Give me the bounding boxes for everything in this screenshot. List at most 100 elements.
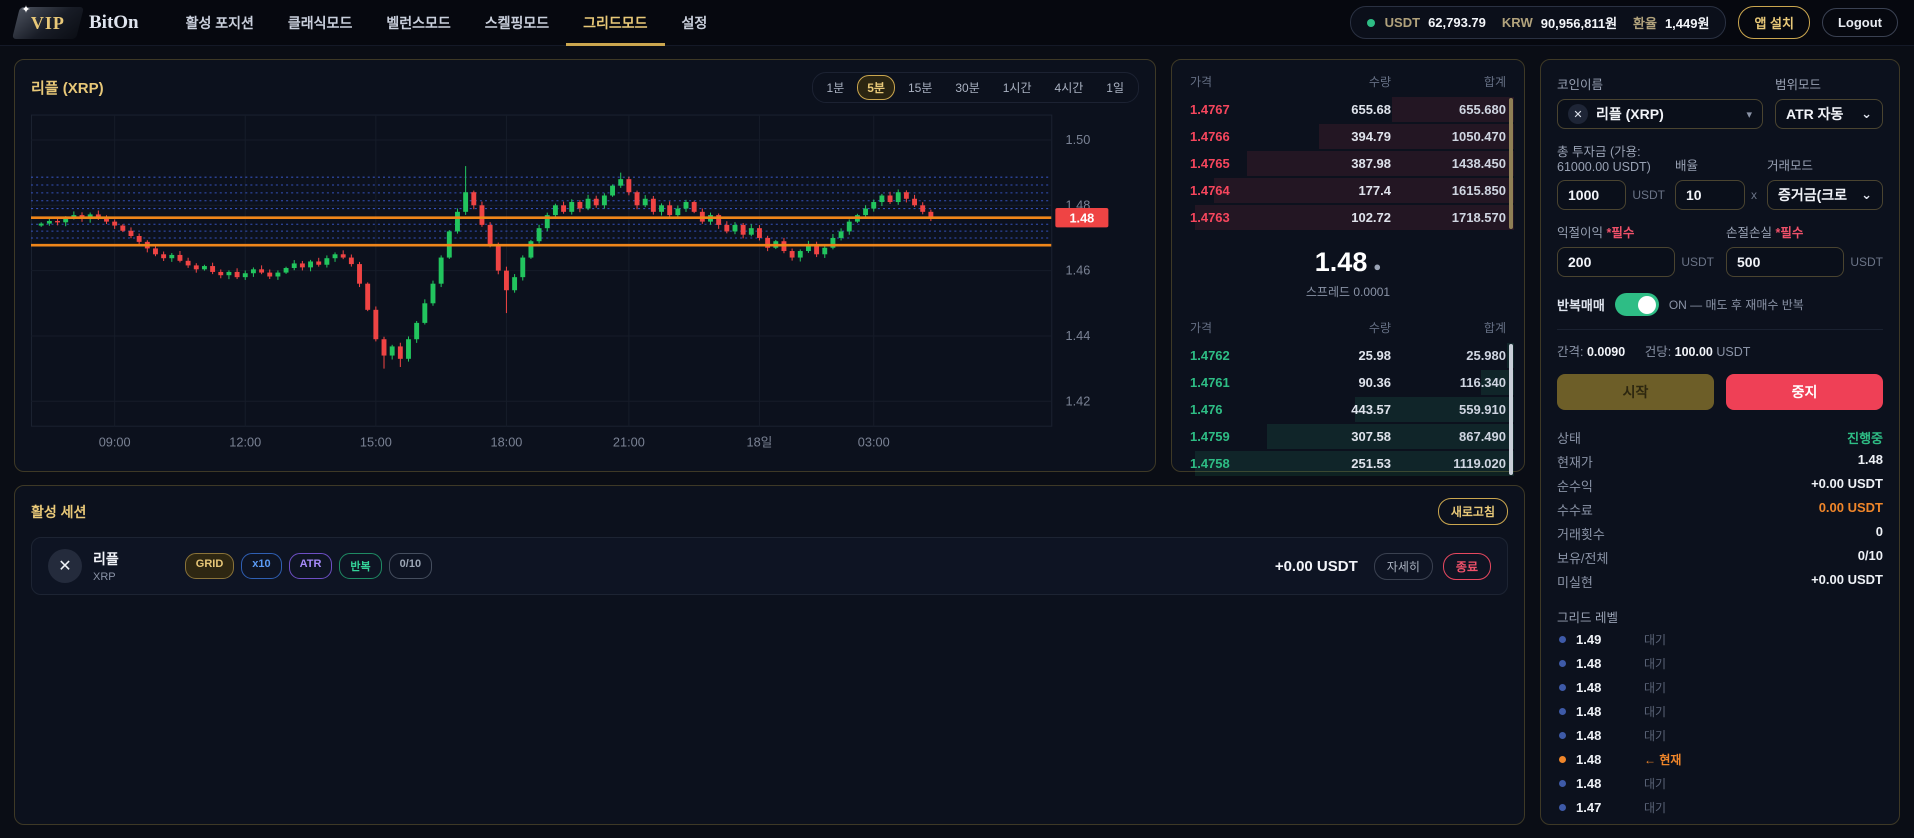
take-profit-suffix: USDT (1681, 255, 1714, 269)
chart-title: 리플 (XRP) (31, 77, 104, 98)
timeframe-1분[interactable]: 1분 (817, 75, 855, 100)
grid-level-row: 1.47 대기 (1557, 796, 1883, 818)
status-label: 미실현 (1557, 572, 1593, 591)
stop-loss-input[interactable]: 500 (1726, 247, 1844, 277)
caret-down-icon: ▾ (1746, 108, 1752, 121)
level-price: 1.48 (1576, 728, 1630, 743)
status-dot-icon (1367, 19, 1375, 27)
orderbook-col-header: 합계 (1391, 319, 1506, 336)
session-row[interactable]: ✕ 리플 XRP GRIDx10ATR반복0/10 +0.00 USDT 자세히… (31, 537, 1508, 595)
level-price: 1.48 (1576, 680, 1630, 695)
orderbook-col-header: 가격 (1190, 319, 1276, 336)
logout-button[interactable]: Logout (1822, 8, 1898, 37)
chart-panel: 리플 (XRP) 1분5분15분30분1시간4시간1일 1.501.481.46… (14, 59, 1156, 472)
orderbook-row[interactable]: 1.4764177.41615.850 (1182, 177, 1514, 204)
close-session-button[interactable]: 종료 (1443, 553, 1491, 580)
orderbook-header-asks: 가격수량합계 (1182, 68, 1514, 96)
level-status: 대기 (1644, 799, 1666, 816)
last-price: 1.48 (1315, 247, 1368, 277)
grid-level-row: 1.48대기 (1557, 652, 1883, 674)
level-price: 1.47 (1576, 800, 1630, 815)
trade-mode-select[interactable]: 증거금(크로 ⌄ (1767, 180, 1883, 210)
start-button[interactable]: 시작 (1557, 374, 1714, 410)
orderbook-row[interactable]: 1.476190.36116.340 (1182, 369, 1514, 396)
fx-label: 환율 (1633, 13, 1657, 32)
order-qty: 177.4 (1276, 183, 1391, 198)
level-dot-icon (1559, 732, 1566, 739)
status-row: 미실현+0.00 USDT (1557, 569, 1883, 593)
order-qty: 90.36 (1276, 375, 1391, 390)
timeframe-5분[interactable]: 5분 (857, 75, 895, 100)
stop-button[interactable]: 중지 (1726, 374, 1883, 410)
leverage-suffix: x (1751, 188, 1757, 202)
main-nav: 활성 포지션클래식모드벨런스모드스켈핑모드그리드모드설정 (169, 0, 725, 46)
investment-label: 총 투자금 (가용: 61000.00 USDT) (1557, 141, 1665, 174)
timeframe-4시간[interactable]: 4시간 (1045, 75, 1094, 100)
required-mark: *필수 (1776, 226, 1804, 240)
investment-input[interactable]: 1000 (1557, 180, 1626, 210)
orderbook-col-header: 합계 (1391, 73, 1506, 90)
nav-item-스켈핑모드[interactable]: 스켈핑모드 (468, 0, 566, 46)
repeat-trade-toggle[interactable] (1615, 293, 1659, 316)
grid-level-row: 1.48대기 (1557, 700, 1883, 722)
grid-level-row: 1.48대기 (1557, 676, 1883, 698)
coin-select[interactable]: ✕ 리플 (XRP) ▾ (1557, 99, 1763, 129)
nav-item-클래식모드[interactable]: 클래식모드 (271, 0, 369, 46)
orderbook-row[interactable]: 1.4765387.981438.450 (1182, 150, 1514, 177)
top-bar: ✦ VIP BitOn 활성 포지션클래식모드벨런스모드스켈핑모드그리드모드설정… (0, 0, 1914, 46)
krw-label: KRW (1502, 15, 1533, 30)
sparkle-icon: ✦ (21, 3, 30, 16)
scrollbar-thumb[interactable] (1509, 344, 1513, 475)
order-total: 559.910 (1391, 402, 1506, 417)
orderbook-row[interactable]: 1.476225.9825.980 (1182, 342, 1514, 369)
orderbook-row[interactable]: 1.4758251.531119.020 (1182, 450, 1514, 477)
topbar-right: USDT 62,793.79 KRW 90,956,811원 환율 1,449원… (1350, 6, 1898, 39)
status-list: 상태진행중현재가1.48순수익+0.00 USDT수수료0.00 USDT거래횟… (1557, 425, 1883, 593)
order-qty: 387.98 (1276, 156, 1391, 171)
detail-button[interactable]: 자세히 (1374, 553, 1433, 580)
nav-item-벨런스모드[interactable]: 벨런스모드 (369, 0, 467, 46)
range-mode-label: 범위모드 (1775, 74, 1883, 93)
timeframe-15분[interactable]: 15분 (898, 75, 942, 100)
status-value: 0/10 (1858, 548, 1883, 567)
svg-text:15:00: 15:00 (360, 435, 392, 450)
order-total: 1615.850 (1391, 183, 1506, 198)
orderbook-row[interactable]: 1.4767655.68655.680 (1182, 96, 1514, 123)
level-status: 대기 (1644, 775, 1666, 792)
status-label: 순수익 (1557, 476, 1593, 495)
level-price: 1.47 (1576, 824, 1630, 826)
range-mode-select[interactable]: ATR 자동 ⌄ (1775, 99, 1883, 129)
price-ticker: USDT 62,793.79 KRW 90,956,811원 환율 1,449원 (1350, 6, 1727, 39)
orderbook-row[interactable]: 1.4766394.791050.470 (1182, 123, 1514, 150)
orderbook-row[interactable]: 1.476443.57559.910 (1182, 396, 1514, 423)
timeframe-1일[interactable]: 1일 (1096, 75, 1134, 100)
install-app-button[interactable]: 앱 설치 (1738, 6, 1810, 39)
timeframe-30분[interactable]: 30분 (945, 75, 989, 100)
scrollbar-thumb[interactable] (1509, 98, 1513, 229)
status-label: 현재가 (1557, 452, 1593, 471)
take-profit-input[interactable]: 200 (1557, 247, 1675, 277)
nav-item-활성 포지션[interactable]: 활성 포지션 (169, 0, 271, 46)
badge-GRID: GRID (185, 553, 235, 579)
trade-mode-value: 증거금(크로 (1778, 185, 1847, 205)
orderbook-row[interactable]: 1.4763102.721718.570 (1182, 204, 1514, 231)
refresh-button[interactable]: 새로고침 (1438, 498, 1508, 525)
main-content: 리플 (XRP) 1분5분15분30분1시간4시간1일 1.501.481.46… (0, 46, 1914, 838)
level-price: 1.48 (1576, 776, 1630, 791)
leverage-input[interactable]: 10 (1675, 180, 1745, 210)
badge-0/10: 0/10 (389, 553, 432, 579)
status-row: 상태진행중 (1557, 425, 1883, 449)
candlestick-chart[interactable]: 1.501.481.461.441.4209:0012:0015:0018:00… (31, 113, 1139, 461)
status-label: 수수료 (1557, 500, 1593, 519)
timeframe-1시간[interactable]: 1시간 (993, 75, 1042, 100)
order-price: 1.4762 (1190, 348, 1276, 363)
required-mark: *필수 (1607, 226, 1635, 240)
grid-level-row: 1.47대기 (1557, 820, 1883, 825)
nav-item-그리드모드[interactable]: 그리드모드 (566, 0, 664, 46)
badge-반복: 반복 (339, 553, 381, 579)
orderbook-row[interactable]: 1.4759307.58867.490 (1182, 423, 1514, 450)
status-row: 거래횟수0 (1557, 521, 1883, 545)
brand-name: BitOn (89, 12, 139, 34)
order-total: 1050.470 (1391, 129, 1506, 144)
nav-item-설정[interactable]: 설정 (665, 0, 725, 46)
